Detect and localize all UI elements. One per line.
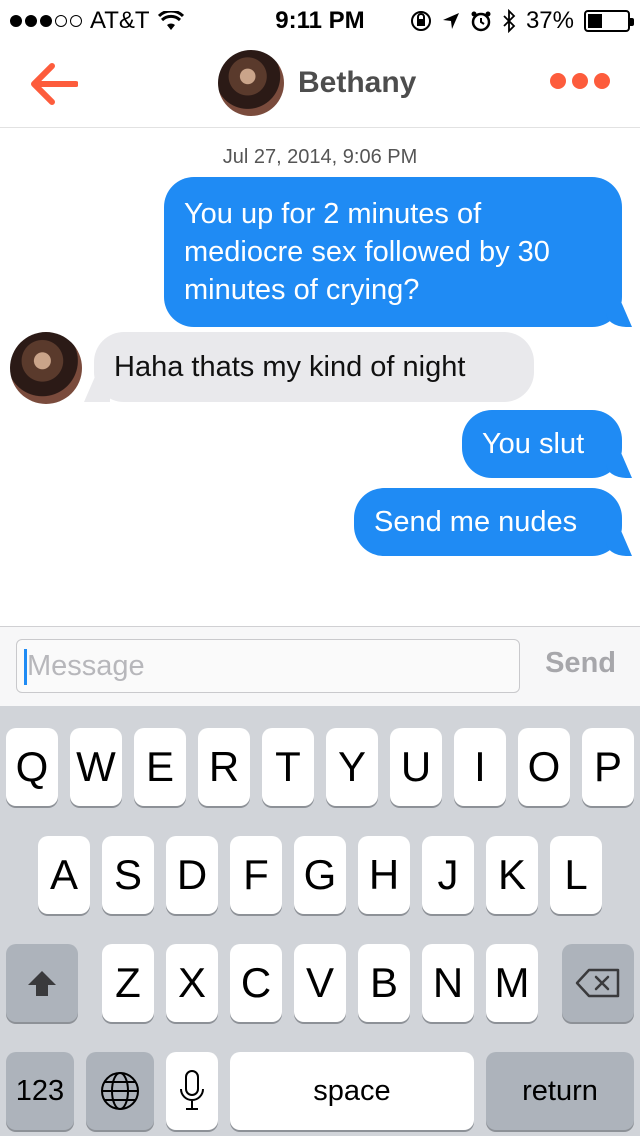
key-s[interactable]: S: [102, 836, 154, 914]
rotation-lock-icon: [410, 11, 431, 31]
key-f[interactable]: F: [230, 836, 282, 914]
key-l[interactable]: L: [550, 836, 602, 914]
alarm-icon: [471, 11, 491, 32]
key-t[interactable]: T: [262, 728, 314, 806]
key-n[interactable]: N: [422, 944, 474, 1022]
shift-icon: [28, 971, 56, 996]
key-m[interactable]: M: [486, 944, 538, 1022]
status-bar: AT&T 9:11 PM 37%: [0, 0, 640, 40]
contact-avatar[interactable]: [218, 50, 284, 116]
key-c[interactable]: C: [230, 944, 282, 1022]
message-bubble-outgoing[interactable]: You slut: [462, 410, 622, 478]
status-right: 37%: [410, 7, 634, 35]
numbers-key[interactable]: 123: [6, 1052, 74, 1130]
keyboard: Q W E R T Y U I O P A S D F G H J K L Z …: [0, 706, 640, 1136]
message-text: Haha thats my kind of night: [114, 351, 466, 383]
microphone-icon: [180, 1070, 204, 1110]
bluetooth-icon: [503, 9, 516, 33]
message-text: You slut: [482, 428, 585, 460]
key-i[interactable]: I: [454, 728, 506, 806]
message-text: You up for 2 minutes of mediocre sex fol…: [184, 198, 550, 306]
message-bubble-outgoing[interactable]: You up for 2 minutes of mediocre sex fol…: [164, 177, 622, 327]
key-b[interactable]: B: [358, 944, 410, 1022]
key-g[interactable]: G: [294, 836, 346, 914]
key-d[interactable]: D: [166, 836, 218, 914]
contact-name[interactable]: Bethany: [298, 66, 416, 100]
key-w[interactable]: W: [70, 728, 122, 806]
contact-header[interactable]: Bethany: [218, 50, 416, 116]
key-u[interactable]: U: [390, 728, 442, 806]
key-x[interactable]: X: [166, 944, 218, 1022]
return-key[interactable]: return: [486, 1052, 634, 1130]
globe-key[interactable]: [86, 1052, 154, 1130]
message-input-bar: Send: [0, 626, 640, 706]
message-input[interactable]: [16, 639, 520, 693]
key-v[interactable]: V: [294, 944, 346, 1022]
key-h[interactable]: H: [358, 836, 410, 914]
key-q[interactable]: Q: [6, 728, 58, 806]
globe-icon: [101, 1072, 139, 1110]
key-p[interactable]: P: [582, 728, 634, 806]
send-button[interactable]: Send: [545, 647, 616, 680]
message-bubble-outgoing[interactable]: Send me nudes: [354, 488, 622, 556]
dictation-key[interactable]: [166, 1052, 218, 1130]
message-timestamp: Jul 27, 2014, 9:06 PM: [222, 146, 418, 168]
key-y[interactable]: Y: [326, 728, 378, 806]
key-z[interactable]: Z: [102, 944, 154, 1022]
key-e[interactable]: E: [134, 728, 186, 806]
key-j[interactable]: J: [422, 836, 474, 914]
shift-key[interactable]: [6, 944, 78, 1022]
key-r[interactable]: R: [198, 728, 250, 806]
key-k[interactable]: K: [486, 836, 538, 914]
delete-key[interactable]: [562, 944, 634, 1022]
space-key[interactable]: space: [230, 1052, 474, 1130]
back-arrow-icon[interactable]: [30, 62, 78, 106]
message-bubble-incoming[interactable]: Haha thats my kind of night: [94, 332, 534, 402]
battery-percent: 37%: [525, 7, 574, 34]
backspace-icon: [575, 968, 620, 998]
text-caret: [24, 649, 27, 685]
key-a[interactable]: A: [38, 836, 90, 914]
key-o[interactable]: O: [518, 728, 570, 806]
message-text: Send me nudes: [374, 506, 578, 538]
more-options-icon[interactable]: [550, 73, 610, 89]
nav-bar: Bethany: [0, 40, 640, 128]
battery-icon: [584, 10, 634, 32]
sender-avatar[interactable]: [10, 332, 82, 404]
location-icon: [442, 13, 459, 29]
